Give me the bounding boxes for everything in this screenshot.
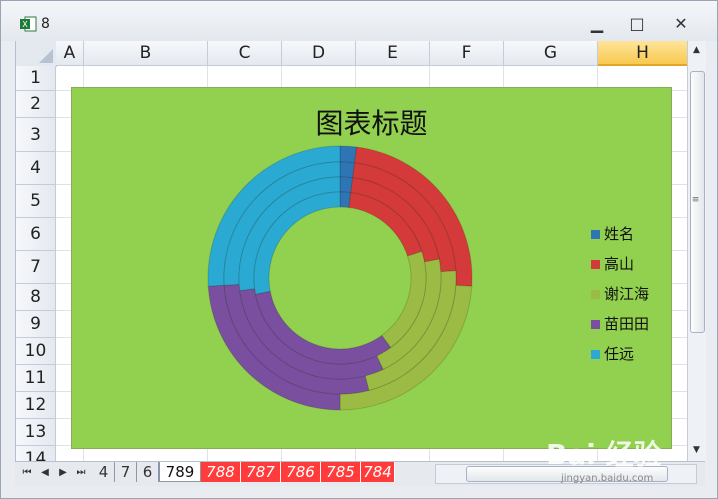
title-bar: X 8 ▁ □ ✕ — [1, 1, 717, 41]
legend-swatch — [591, 320, 600, 329]
row-header-11[interactable]: 11 — [16, 365, 56, 392]
svg-text:X: X — [22, 20, 28, 29]
doughnut-slice-2-1[interactable] — [339, 161, 356, 179]
row-header-9[interactable]: 9 — [16, 311, 56, 338]
row-header-3[interactable]: 3 — [16, 118, 56, 152]
sheet-tab-6[interactable]: 6 — [137, 462, 159, 482]
row-header-6[interactable]: 6 — [16, 218, 56, 251]
scroll-grip-icon: ≡ — [691, 195, 700, 205]
row-header-4[interactable]: 4 — [16, 152, 56, 185]
sheet-tab-787[interactable]: 787 — [241, 462, 281, 482]
column-header-f[interactable]: F — [430, 41, 504, 66]
sheet-tab-789[interactable]: 789 — [159, 462, 201, 482]
row-header-2[interactable]: 2 — [16, 91, 56, 118]
scroll-up-icon[interactable]: ▲ — [689, 43, 704, 57]
row-header-10[interactable]: 10 — [16, 338, 56, 365]
sheet-tab-784[interactable]: 784 — [361, 462, 395, 482]
scroll-down-icon[interactable]: ▼ — [689, 443, 704, 457]
spreadsheet-grid[interactable]: ABCDEFGH 1 2 3 4 5 6 7 8 9 10 11 12 13 14 图表标题 姓名 高山 谢江… — [15, 41, 688, 461]
legend-label: 谢江海 — [604, 285, 650, 303]
sheet-tab-786[interactable]: 786 — [281, 462, 321, 482]
legend-swatch — [591, 290, 600, 299]
doughnut-plot — [207, 145, 473, 411]
legend-swatch — [591, 260, 600, 269]
first-sheet-icon[interactable]: ⏮ — [21, 466, 33, 480]
legend-label: 任远 — [604, 345, 635, 363]
sheet-tab-788[interactable]: 788 — [201, 462, 241, 482]
legend-label: 苗田田 — [604, 315, 650, 333]
column-header-e[interactable]: E — [356, 41, 430, 66]
column-header-c[interactable]: C — [208, 41, 282, 66]
next-sheet-icon[interactable]: ▶ — [57, 466, 69, 480]
excel-icon: X — [20, 16, 37, 32]
excel-window: X 8 ▁ □ ✕ ABCDEFGH 1 2 3 4 5 6 7 8 9 10 11 12 13 14 图… — [0, 0, 718, 499]
window-title: 8 — [41, 16, 50, 32]
legend-label: 高山 — [604, 255, 635, 273]
watermark-url: jingyan.baidu.com — [561, 473, 654, 484]
sheet-tab-785[interactable]: 785 — [321, 462, 361, 482]
column-header-d[interactable]: D — [282, 41, 356, 66]
sheet-tab-7[interactable]: 7 — [115, 462, 137, 482]
maximize-button[interactable]: □ — [625, 15, 649, 33]
row-header-8[interactable]: 8 — [16, 284, 56, 311]
column-header-b[interactable]: B — [84, 41, 208, 66]
column-header-a[interactable]: A — [56, 41, 84, 66]
row-header-5[interactable]: 5 — [16, 185, 56, 218]
legend-swatch — [591, 350, 600, 359]
row-header-1[interactable]: 1 — [16, 66, 56, 91]
close-button[interactable]: ✕ — [669, 15, 693, 33]
legend-swatch — [591, 230, 600, 239]
row-header-12[interactable]: 12 — [16, 392, 56, 419]
row-header-7[interactable]: 7 — [16, 251, 56, 284]
legend-label: 姓名 — [604, 225, 635, 243]
column-header-g[interactable]: G — [504, 41, 598, 66]
doughnut-slice-1-1[interactable] — [339, 145, 358, 164]
vertical-scrollbar[interactable]: ▲ ≡ ▼ — [687, 41, 706, 461]
row-header-13[interactable]: 13 — [16, 419, 56, 446]
column-header-h[interactable]: H — [598, 41, 688, 66]
sheet-tab-4[interactable]: 4 — [93, 462, 115, 482]
select-all-corner[interactable] — [16, 41, 57, 67]
prev-sheet-icon[interactable]: ◀ — [39, 466, 51, 480]
doughnut-chart[interactable]: 图表标题 姓名 高山 谢江海 苗田田 任远 — [71, 87, 672, 449]
minimize-button[interactable]: ▁ — [585, 15, 609, 33]
row-header-14[interactable]: 14 — [16, 446, 56, 461]
last-sheet-icon[interactable]: ⏭ — [75, 466, 87, 480]
watermark-logo: Bai 经验 — [546, 438, 662, 471]
